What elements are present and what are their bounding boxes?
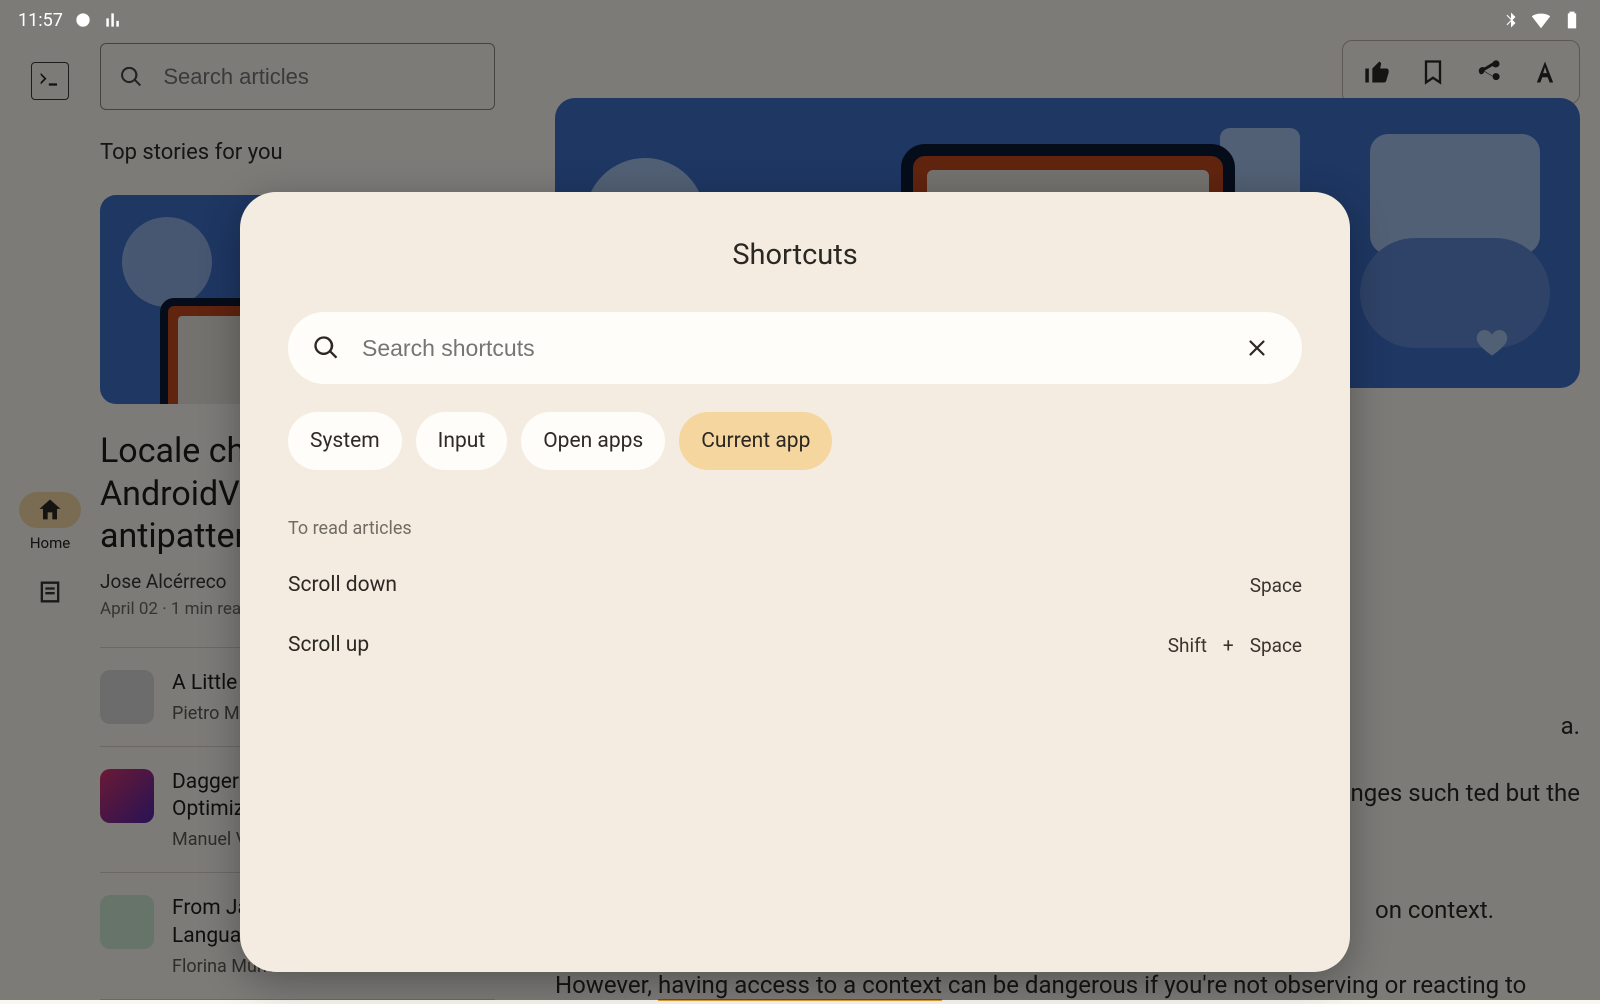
search-icon — [312, 334, 340, 362]
dialog-title: Shortcuts — [240, 238, 1350, 272]
shortcuts-search[interactable] — [288, 312, 1302, 384]
close-icon — [1244, 335, 1270, 361]
shortcut-tabs: SystemInputOpen appsCurrent app — [288, 412, 1302, 470]
shortcut-key: Shift — [1168, 634, 1207, 657]
shortcut-tab-open-apps[interactable]: Open apps — [521, 412, 665, 470]
bluetooth-icon — [1502, 11, 1520, 29]
battery-icon — [1562, 10, 1582, 30]
shortcut-section-label: To read articles — [288, 518, 1302, 539]
clear-search-button[interactable] — [1236, 327, 1278, 369]
shortcut-tab-input[interactable]: Input — [416, 412, 508, 470]
status-bar: 11:57 — [0, 0, 1600, 40]
shortcut-key: Space — [1250, 574, 1302, 597]
shortcut-row: Scroll down Space — [288, 555, 1302, 615]
shortcut-key: Space — [1250, 634, 1302, 657]
shortcut-label: Scroll down — [288, 573, 397, 597]
status-time: 11:57 — [18, 10, 63, 31]
shortcut-keys: Space — [1250, 574, 1302, 597]
shortcuts-dialog: Shortcuts SystemInputOpen appsCurrent ap… — [240, 192, 1350, 972]
shortcut-tab-current-app[interactable]: Current app — [679, 412, 832, 470]
shortcut-tab-system[interactable]: System — [288, 412, 402, 470]
status-chart-icon — [103, 10, 123, 30]
shortcut-label: Scroll up — [288, 633, 369, 657]
shortcuts-search-input[interactable] — [360, 334, 1216, 363]
shortcut-row: Scroll up Shift+Space — [288, 615, 1302, 675]
wifi-icon — [1530, 9, 1552, 31]
shortcut-list: Scroll down Space Scroll up Shift+Space — [240, 539, 1350, 675]
shortcut-keys: Shift+Space — [1168, 634, 1302, 657]
status-indicator-icon — [73, 10, 93, 30]
